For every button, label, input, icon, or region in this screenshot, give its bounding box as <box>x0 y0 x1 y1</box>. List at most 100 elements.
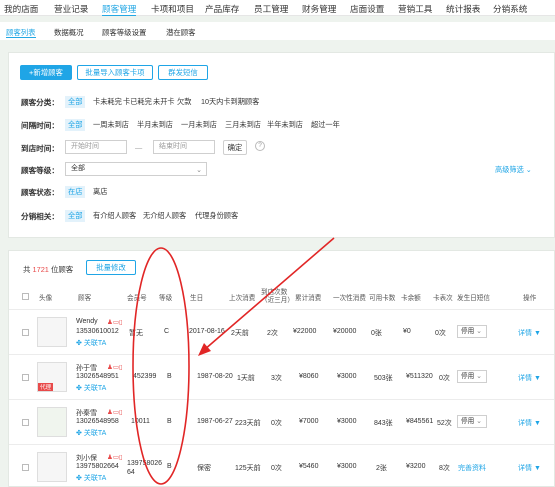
card-times: 0次 <box>439 375 450 382</box>
header-last-consume: 上次消费 <box>229 295 256 302</box>
filter-distribution-agent[interactable]: 代理身份顾客 <box>195 211 238 221</box>
customer-name[interactable]: Wendy <box>76 318 98 325</box>
table-row[interactable]: 孙秦雪 ♟▭▯ 13026548958 ✤ 关联TA 10011 B 1987-… <box>9 399 554 444</box>
avatar <box>37 317 67 347</box>
nav-item-customers[interactable]: 顾客管理 <box>102 3 137 16</box>
nav-item-inventory[interactable]: 产品库存 <box>205 3 239 15</box>
mass-sms-button[interactable]: 群发短信 <box>158 65 208 80</box>
sms-select[interactable]: 停用 ⌄ <box>457 325 487 338</box>
avatar <box>37 407 67 437</box>
nav-item-finance[interactable]: 财务管理 <box>302 3 336 15</box>
chevron-down-icon: ⌄ <box>196 167 202 174</box>
count-suffix: 位顾客 <box>50 265 74 274</box>
row-checkbox[interactable] <box>22 464 29 471</box>
filter-status-in-store[interactable]: 在店 <box>65 186 86 198</box>
batch-edit-button[interactable]: 批量修改 <box>86 260 136 275</box>
sms-select[interactable]: 停用 ⌄ <box>457 415 487 428</box>
table-row[interactable]: Wendy ♟▭▯ 13530610012 ✤ 关联TA 暂无 C 2017-0… <box>9 309 554 354</box>
single-consume: ¥3000 <box>337 418 357 425</box>
advanced-filter-label: 高级筛选 <box>495 165 524 174</box>
card-count: 2张 <box>376 465 387 472</box>
customer-phone: 13026548958 <box>76 418 119 425</box>
detail-link[interactable]: 详情 ▼ <box>518 328 541 338</box>
select-all-checkbox[interactable] <box>22 293 29 300</box>
filter-visit-month[interactable]: 一月未到店 <box>181 120 217 130</box>
row-checkbox[interactable] <box>22 374 29 381</box>
filter-row-arrival: 到店时间： 开始时间 — 结束时间 确定 ? <box>9 140 554 155</box>
filter-visit-all[interactable]: 全部 <box>65 119 86 131</box>
filter-row-distribution: 分销相关： 全部 有介绍人顾客 无介绍人顾客 代理身份顾客 <box>9 210 554 225</box>
filter-category-expiring[interactable]: 10天内卡到期顾客 <box>201 97 259 107</box>
level-select[interactable]: 全部 ⌄ <box>65 162 207 176</box>
sms-select[interactable]: 停用 ⌄ <box>457 370 487 383</box>
tab-level-settings[interactable]: 顾客等级设置 <box>102 27 146 38</box>
arrival-start-input[interactable]: 开始时间 <box>65 140 127 154</box>
customer-level: C <box>164 328 170 335</box>
follow-link[interactable]: ✤ 关联TA <box>76 473 106 483</box>
filter-visit-half-year[interactable]: 半年未到店 <box>267 120 303 130</box>
nav-item-cards[interactable]: 卡项和项目 <box>151 3 194 15</box>
single-consume: ¥3000 <box>337 373 357 380</box>
filter-category-label: 顾客分类： <box>21 98 59 107</box>
help-icon[interactable]: ? <box>255 141 265 151</box>
header-times: 卡表次 <box>433 295 453 302</box>
visit-count: 2次 <box>267 330 278 337</box>
advanced-filter-link[interactable]: 高级筛选 ⌄ <box>495 165 532 175</box>
filter-distribution-all[interactable]: 全部 <box>65 210 86 222</box>
customer-name[interactable]: 孙秦雪 <box>76 408 97 418</box>
card-balance: ¥511320 <box>406 373 433 380</box>
tab-potential-customers[interactable]: 潜在顾客 <box>166 27 196 38</box>
nav-item-reports[interactable]: 统计报表 <box>446 3 480 15</box>
filter-category-all[interactable]: 全部 <box>65 96 86 108</box>
tab-data-overview[interactable]: 数据概况 <box>54 27 84 38</box>
card-times: 0次 <box>435 330 446 337</box>
single-consume: ¥3000 <box>337 463 357 470</box>
nav-item-records[interactable]: 营业记录 <box>54 3 88 15</box>
detail-link[interactable]: 详情 ▼ <box>518 463 541 473</box>
filter-visit-half-month[interactable]: 半月未到店 <box>137 120 173 130</box>
header-balance: 卡余额 <box>401 295 421 302</box>
nav-item-distribution[interactable]: 分销系统 <box>493 3 527 15</box>
filter-category-no-card[interactable]: 未开卡 <box>153 97 175 107</box>
table-row[interactable]: 刘小保 ♟▭▯ 13975802664 ✤ 关联TA 13975802664 B… <box>9 444 554 487</box>
detail-link[interactable]: 详情 ▼ <box>518 373 541 383</box>
add-customer-button[interactable]: +新增顾客 <box>20 65 72 80</box>
card-balance: ¥0 <box>403 328 411 335</box>
nav-item-marketing[interactable]: 营销工具 <box>398 3 432 15</box>
import-cards-button[interactable]: 批量导入顾客卡项 <box>77 65 153 80</box>
detail-link[interactable]: 详情 ▼ <box>518 418 541 428</box>
follow-label: 关联TA <box>83 475 107 482</box>
table-row[interactable]: 代理 孙于雪 ♟▭▯ 13026548951 ✤ 关联TA 452399 B 1… <box>9 354 554 399</box>
follow-link[interactable]: ✤ 关联TA <box>76 383 106 393</box>
filter-row-status: 顾客状态： 在店 离店 <box>9 186 554 201</box>
filter-category-unused[interactable]: 卡未耗完 <box>93 97 122 107</box>
customer-name[interactable]: 刘小保 <box>76 453 97 463</box>
filter-visit-over-year[interactable]: 超过一年 <box>311 120 340 130</box>
filter-visit-week[interactable]: 一周未到店 <box>93 120 129 130</box>
follow-link[interactable]: ✤ 关联TA <box>76 428 106 438</box>
tab-customer-list[interactable]: 顾客列表 <box>6 27 36 38</box>
avatar: 代理 <box>37 362 67 392</box>
nav-item-store[interactable]: 我的店面 <box>4 3 38 15</box>
filter-category-used[interactable]: 卡已耗完 <box>123 97 152 107</box>
filter-distribution-with-referrer[interactable]: 有介绍人顾客 <box>93 211 136 221</box>
avatar <box>37 452 67 482</box>
filter-status-left[interactable]: 离店 <box>93 187 107 197</box>
row-checkbox[interactable] <box>22 329 29 336</box>
filter-visit-label: 间隔时间： <box>21 121 59 130</box>
chevron-down-icon: ⌄ <box>525 165 532 174</box>
phone-icon: ▯ <box>118 319 123 326</box>
filter-distribution-no-referrer[interactable]: 无介绍人顾客 <box>143 211 186 221</box>
follow-link[interactable]: ✤ 关联TA <box>76 338 106 348</box>
arrival-end-input[interactable]: 结束时间 <box>153 140 215 154</box>
complete-profile-link[interactable]: 完善资料 <box>458 463 486 473</box>
row-checkbox[interactable] <box>22 419 29 426</box>
filter-category-debt[interactable]: 欠款 <box>177 97 191 107</box>
nav-item-customers-label: 顾客管理 <box>102 4 137 14</box>
nav-item-settings[interactable]: 店面设置 <box>350 3 384 15</box>
nav-item-staff[interactable]: 员工管理 <box>254 3 288 15</box>
arrival-confirm-button[interactable]: 确定 <box>223 140 247 155</box>
customer-name[interactable]: 孙于雪 <box>76 363 97 373</box>
filter-row-category: 顾客分类： 全部 卡未耗完 卡已耗完 未开卡 欠款 10天内卡到期顾客 <box>9 96 554 111</box>
filter-visit-three-months[interactable]: 三月未到店 <box>225 120 261 130</box>
